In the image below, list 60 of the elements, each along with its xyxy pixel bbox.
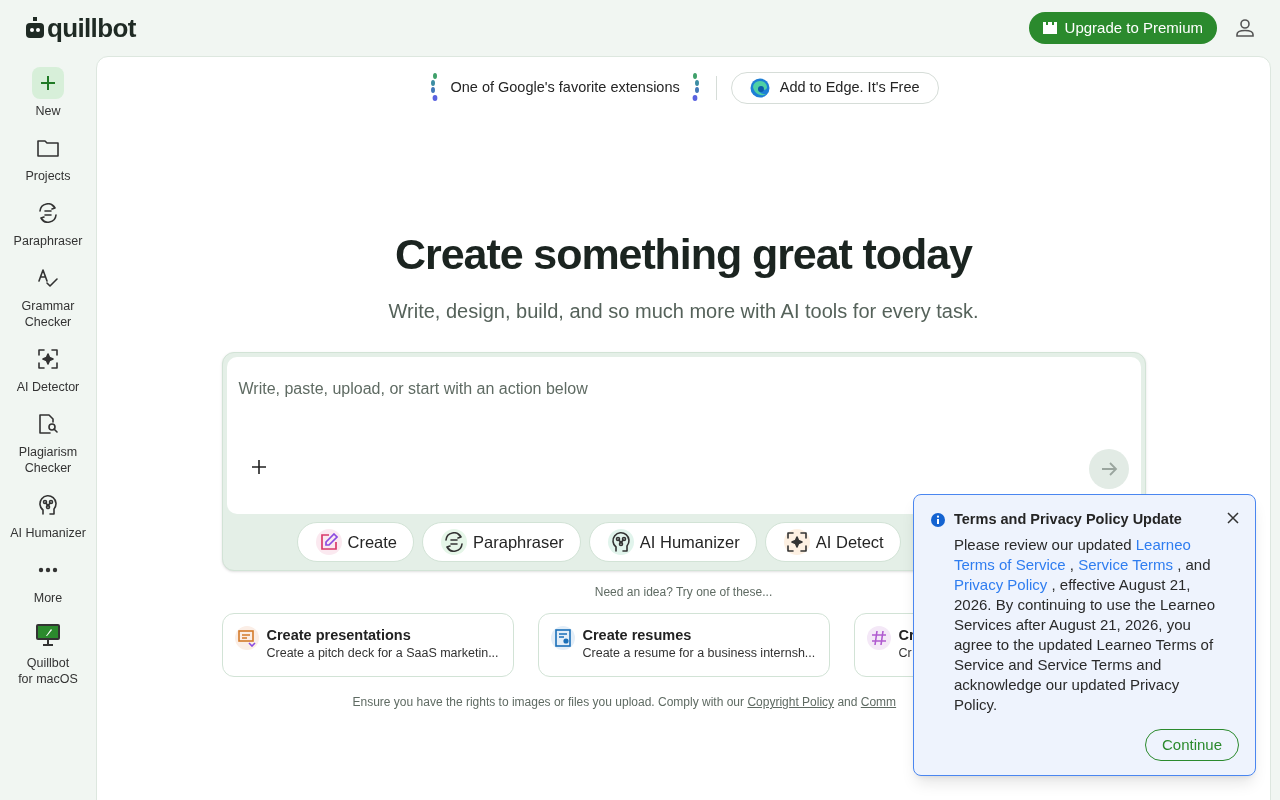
sidebar-item[interactable]: Plagiarism Checker <box>18 444 78 476</box>
idea-description: Cr <box>898 645 913 662</box>
action-chip[interactable]: AI Humanizer <box>588 522 757 562</box>
new-tile[interactable] <box>32 67 64 99</box>
sidebar-item[interactable]: Paraphraser <box>13 233 83 249</box>
sidebar-item[interactable]: AI Humanizer <box>10 525 86 541</box>
cycle-arrows-icon <box>37 203 59 223</box>
composer-field[interactable]: Write, paste, upload, or start with an action below <box>226 357 1141 514</box>
hero-subtitle: Write, design, build, and so much more with AI tools for every task. <box>388 299 979 324</box>
sidebar-item[interactable]: AI Detector <box>16 379 80 395</box>
idea-description: Create a resume for a business internsh... <box>582 645 816 662</box>
folder-icon <box>37 139 59 157</box>
document-person-icon <box>553 629 572 647</box>
sparkle-frame-icon <box>38 349 58 369</box>
composer-placeholder: Write, paste, upload, or start with an action below <box>238 379 588 399</box>
policy-link[interactable]: Comm <box>860 695 897 709</box>
sidebar-item[interactable]: Grammar Checker <box>21 298 75 330</box>
idea-title: Create presentations <box>266 626 412 644</box>
presentation-icon <box>237 629 256 647</box>
sidebar-item[interactable]: More <box>33 590 63 606</box>
action-chip[interactable]: AI Detect <box>764 522 901 562</box>
logo-text[interactable]: quillbot <box>47 15 136 41</box>
idea-prompt: Need an idea? Try one of these... <box>594 584 773 601</box>
more-icon <box>38 567 58 573</box>
user-icon[interactable] <box>1235 18 1255 38</box>
monitor-icon <box>35 623 61 647</box>
hero-title: Create something great today <box>395 233 972 276</box>
head-network-icon <box>609 531 632 553</box>
policy-link[interactable]: Learneo <box>1135 536 1191 553</box>
hash-icon <box>870 630 887 646</box>
idea-card[interactable]: Create presentations Create a pitch deck for a SaaS marketin... <box>221 613 514 677</box>
browser-logo-icon <box>749 78 770 98</box>
idea-description: Create a pitch deck for a SaaS marketin... <box>266 645 499 662</box>
dialog-message: Please review our updated Learneo Terms of Service , Service Terms , and Privacy Policy , effective August 21, 2026. By continuing to use the Learneo Services after August 21, 2026, you agree to the updated Learneo Terms of Service and Service Terms and acknowledge our updated Privacy Policy. <box>954 535 1216 715</box>
robot-logo-icon <box>25 17 45 39</box>
upgrade-button[interactable]: Upgrade to Premium <box>1028 12 1217 44</box>
idea-card[interactable]: Create resumes Create a resume for a business internsh... <box>537 613 830 677</box>
letter-check-icon <box>37 268 59 288</box>
sidebar-item[interactable]: Quillbot for macOS <box>18 655 78 687</box>
action-chip[interactable]: Create <box>296 522 415 562</box>
sparkle-frame-icon <box>786 532 807 552</box>
policy-link[interactable]: Service Terms <box>1078 556 1173 573</box>
document-search-icon <box>38 413 58 435</box>
action-chip[interactable]: Paraphraser <box>422 522 581 562</box>
idea-title: Create resumes <box>582 626 693 644</box>
policy-link[interactable]: Terms of Service <box>954 556 1066 573</box>
crown-icon <box>1042 22 1057 34</box>
sidebar-item[interactable]: New <box>35 103 61 119</box>
cycle-arrows-icon <box>443 532 466 552</box>
info-icon <box>930 512 946 528</box>
plus-icon[interactable] <box>251 460 266 474</box>
pencil-square-icon <box>319 533 338 551</box>
idea-title: Cr <box>898 626 915 644</box>
sidebar-item[interactable]: Projects <box>25 168 71 184</box>
plus-icon <box>40 75 56 91</box>
copyright-policy-link[interactable]: Copyright Policy <box>747 695 835 709</box>
head-network-icon <box>37 494 59 516</box>
banner-text: One of Google's favorite extensions <box>450 78 680 98</box>
policy-link[interactable]: Privacy Policy <box>954 576 1048 593</box>
close-icon[interactable] <box>1227 512 1239 524</box>
